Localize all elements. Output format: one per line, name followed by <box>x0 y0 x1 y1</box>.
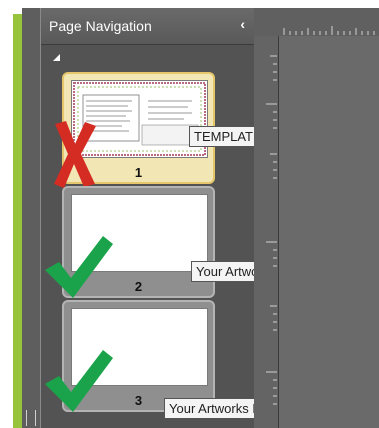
panel-title: Page Navigation <box>49 18 152 34</box>
expand-triangle-icon[interactable] <box>53 54 60 61</box>
green-check-icon <box>45 350 113 412</box>
page-margin <box>0 0 13 428</box>
red-x-icon <box>54 121 96 188</box>
panel-resize-handle[interactable] <box>26 410 36 426</box>
collapse-panel-icon[interactable]: ‹ <box>240 16 245 32</box>
panel-header: Page Navigation ‹ <box>41 8 255 45</box>
design-canvas[interactable] <box>279 36 379 428</box>
ruler-ticks <box>283 26 375 35</box>
page-navigation-panel: Page Navigation ‹ 1 TEMPLATE 2 Your Artw… <box>40 8 356 428</box>
vertical-ruler <box>254 36 279 428</box>
horizontal-ruler <box>254 8 379 37</box>
green-check-icon <box>45 236 113 298</box>
editor-window: Page Navigation ‹ 1 TEMPLATE 2 Your Artw… <box>22 8 379 428</box>
ruler-ticks <box>266 55 277 405</box>
